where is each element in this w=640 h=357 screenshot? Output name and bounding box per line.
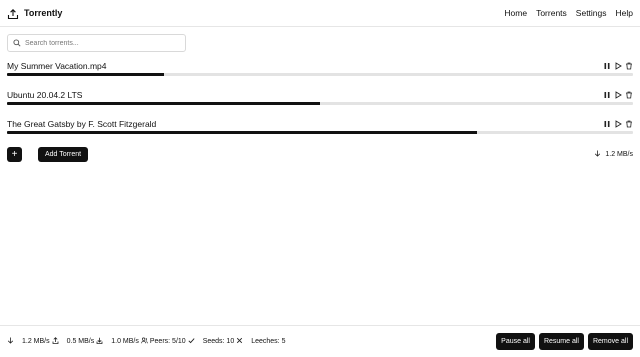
- torrent-row: The Great Gatsby by F. Scott Fitzgerald: [7, 118, 633, 142]
- pause-icon[interactable]: [603, 120, 611, 128]
- resume-all-button[interactable]: Resume all: [538, 333, 584, 350]
- upload-icon: [52, 337, 59, 346]
- footer-actions: Pause all Resume all Remove all: [496, 333, 633, 350]
- nav-settings[interactable]: Settings: [576, 5, 607, 21]
- check-icon: [188, 337, 195, 346]
- download-rate-2: 1.0 MB/s: [111, 338, 139, 345]
- nav-home[interactable]: Home: [504, 5, 527, 21]
- torrent-name: My Summer Vacation.mp4: [7, 61, 107, 71]
- torrent-row: Ubuntu 20.04.2 LTS: [7, 89, 633, 113]
- torrent-actions: [603, 120, 633, 128]
- status-footer: 1.2 MB/s 0.5 MB/s 1.0 MB/s Peers: 5/10 S…: [0, 325, 640, 357]
- pause-icon[interactable]: [603, 62, 611, 70]
- download-speed-value: 1.2 MB/s: [605, 151, 633, 158]
- pause-icon[interactable]: [603, 91, 611, 99]
- remove-all-button[interactable]: Remove all: [587, 333, 633, 350]
- progress-bar: [7, 73, 633, 76]
- trash-icon[interactable]: [625, 91, 633, 99]
- users-icon: [141, 337, 148, 346]
- play-icon[interactable]: [614, 120, 622, 128]
- progress-fill: [7, 131, 477, 134]
- nav-help[interactable]: Help: [616, 5, 633, 21]
- torrent-name: Ubuntu 20.04.2 LTS: [7, 90, 83, 100]
- transfer-stats: 1.2 MB/s 0.5 MB/s 1.0 MB/s Peers: 5/10 S…: [7, 337, 285, 346]
- progress-fill: [7, 73, 164, 76]
- search-box[interactable]: [7, 34, 186, 52]
- app-title: Torrently: [24, 8, 63, 18]
- progress-fill: [7, 102, 320, 105]
- peers-stat: Peers: 5/10: [149, 338, 186, 345]
- torrent-row: My Summer Vacation.mp4: [7, 60, 633, 84]
- upload-box-icon: [7, 7, 19, 20]
- app-header: Torrently Home Torrents Settings Help: [0, 0, 640, 27]
- search-icon: [13, 34, 21, 52]
- nav-torrents[interactable]: Torrents: [536, 5, 567, 21]
- download-icon: [96, 337, 103, 346]
- torrent-actions: [603, 62, 633, 70]
- progress-bar: [7, 131, 633, 134]
- download-speed: 1.2 MB/s: [594, 150, 633, 159]
- torrent-actions: [603, 91, 633, 99]
- brand[interactable]: Torrently: [7, 5, 62, 21]
- upload-rate: 0.5 MB/s: [66, 338, 95, 345]
- x-icon: [236, 337, 243, 346]
- torrent-name: The Great Gatsby by F. Scott Fitzgerald: [7, 119, 157, 129]
- plus-button[interactable]: +: [7, 147, 22, 162]
- top-nav: Home Torrents Settings Help: [504, 5, 633, 21]
- play-icon[interactable]: [614, 62, 622, 70]
- leeches-stat: Leeches: 5: [251, 338, 286, 345]
- trash-icon[interactable]: [625, 62, 633, 70]
- add-torrent-button[interactable]: Add Torrent: [38, 147, 89, 162]
- progress-bar: [7, 102, 633, 105]
- download-icon: [594, 150, 601, 159]
- seeds-stat: Seeds: 10: [202, 338, 235, 345]
- trash-icon[interactable]: [625, 120, 633, 128]
- pause-all-button[interactable]: Pause all: [496, 333, 535, 350]
- search-input[interactable]: [25, 39, 175, 47]
- play-icon[interactable]: [614, 91, 622, 99]
- download-icon: [7, 337, 14, 346]
- download-rate: 1.2 MB/s: [22, 338, 50, 345]
